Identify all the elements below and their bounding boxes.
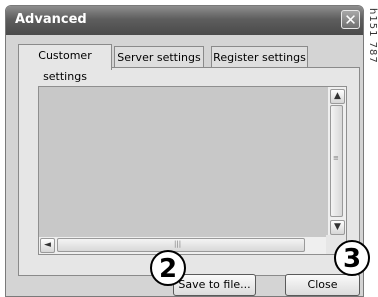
close-icon[interactable]: ✕ [341, 10, 360, 29]
vertical-scroll-thumb[interactable]: ≡ [330, 105, 343, 217]
tab-customer-settings[interactable]: Customer settings [18, 44, 112, 83]
settings-list[interactable]: ▲ ≡ ▼ ◄ ||| [38, 86, 347, 255]
grip-icon: ≡ [333, 154, 339, 162]
vertical-scrollbar[interactable]: ▲ ≡ ▼ [328, 87, 346, 237]
callout-3: 3 [334, 240, 370, 276]
save-to-file-button[interactable]: Save to file... [173, 274, 256, 296]
tab-panel: ▲ ≡ ▼ ◄ ||| [18, 67, 360, 276]
figure-code: h151 787 [367, 8, 378, 64]
horizontal-scrollbar[interactable]: ◄ ||| [39, 237, 328, 254]
advanced-dialog: Advanced ✕ Customer settings Server sett… [5, 5, 364, 297]
dialog-title: Advanced [15, 12, 87, 27]
title-bar: Advanced ✕ [6, 6, 363, 35]
close-button[interactable]: Close [285, 274, 360, 296]
horizontal-scroll-thumb[interactable]: ||| [57, 238, 305, 252]
callout-2: 2 [150, 250, 186, 286]
scroll-down-icon[interactable]: ▼ [330, 220, 345, 235]
grip-icon: ||| [174, 240, 182, 248]
scroll-up-icon[interactable]: ▲ [330, 89, 345, 104]
scroll-left-icon[interactable]: ◄ [40, 238, 55, 253]
